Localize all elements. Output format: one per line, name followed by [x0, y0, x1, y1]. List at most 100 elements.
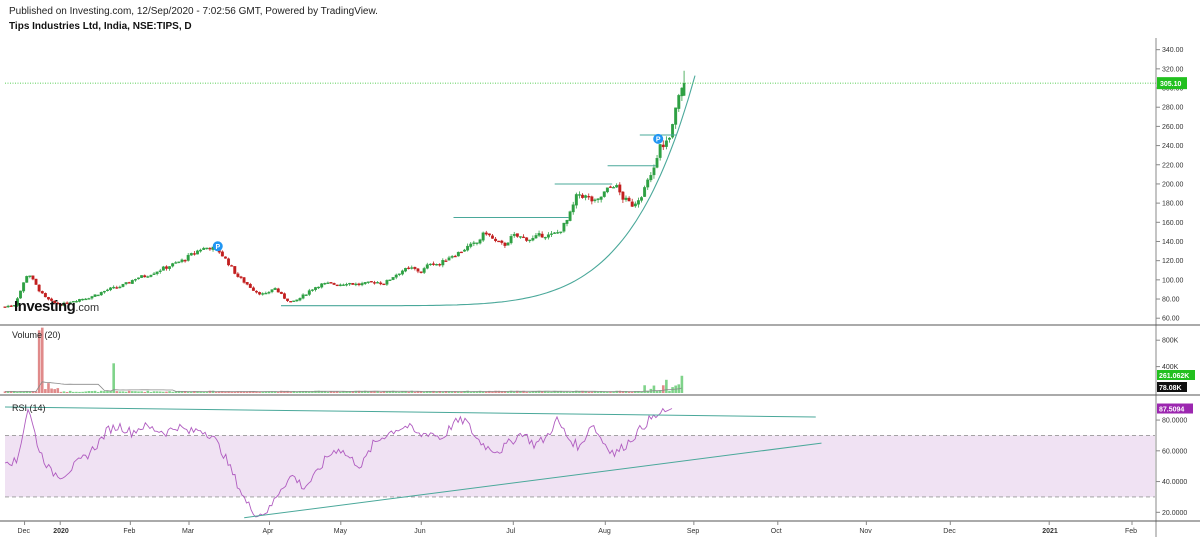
- volume-bar: [205, 391, 209, 393]
- candle-body: [261, 293, 265, 295]
- candle-body: [3, 306, 7, 308]
- candle-body: [447, 257, 451, 261]
- volume-bar: [366, 391, 370, 393]
- price-tick-label: 120.00: [1162, 258, 1184, 265]
- x-axis-label: 2021: [1042, 528, 1058, 535]
- candle-body: [584, 195, 588, 198]
- volume-bar: [190, 391, 193, 393]
- volume-bar: [413, 391, 417, 393]
- candle-body: [397, 273, 401, 275]
- volume-bar: [491, 391, 494, 393]
- volume-bar: [276, 392, 280, 393]
- candle-body: [605, 187, 609, 193]
- candle-body: [649, 175, 653, 181]
- candle-body: [459, 251, 463, 254]
- volume-bar: [90, 391, 94, 393]
- volume-bar: [332, 391, 336, 393]
- volume-bar: [72, 391, 75, 393]
- candle-body: [230, 265, 234, 267]
- candle-body: [664, 140, 668, 147]
- rsi-tick-label: 40.0000: [1162, 479, 1187, 486]
- volume-bar: [512, 391, 516, 393]
- last-price-label: 305.10: [1160, 81, 1182, 88]
- candle-body: [6, 305, 10, 308]
- candle-body: [102, 290, 106, 293]
- volume-bar: [447, 391, 451, 393]
- candle-body: [382, 283, 386, 286]
- candle-body: [255, 290, 258, 293]
- candle-body: [435, 264, 439, 266]
- rsi-value-label: 87.5094: [1159, 407, 1184, 414]
- volume-bar: [388, 391, 392, 393]
- volume-bar: [65, 391, 69, 393]
- candle-body: [515, 233, 519, 237]
- chart-area[interactable]: 340.00320.00300.00280.00260.00240.00220.…: [0, 0, 1200, 539]
- candle-body: [323, 282, 327, 285]
- x-axis-label: Apr: [263, 528, 275, 535]
- volume-bar: [230, 391, 233, 393]
- volume-bar: [441, 391, 445, 393]
- candle-body: [301, 294, 305, 299]
- volume-bar: [385, 391, 389, 393]
- candle-body: [40, 291, 44, 294]
- volume-value-label: 261.062K: [1159, 373, 1189, 380]
- volume-bar: [627, 391, 631, 393]
- x-axis-label: Sep: [687, 528, 700, 535]
- candle-body: [338, 284, 342, 287]
- candle-body: [273, 288, 277, 290]
- volume-bar: [202, 392, 206, 393]
- candle-body: [354, 283, 358, 286]
- candle-body: [363, 282, 367, 284]
- volume-bar: [481, 391, 485, 393]
- volume-bar: [143, 391, 147, 393]
- candle-body: [348, 282, 352, 285]
- investing-logo: Investing.com: [14, 298, 100, 315]
- candle-body: [627, 197, 631, 202]
- candle-body: [618, 184, 622, 193]
- candle-body: [518, 236, 522, 238]
- candle-body: [528, 239, 532, 242]
- volume-bar: [671, 387, 674, 393]
- x-axis-label: Dec: [943, 528, 956, 535]
- volume-bar: [547, 391, 550, 393]
- candle-body: [341, 284, 345, 286]
- volume-bar: [84, 391, 88, 393]
- candle-body: [286, 298, 290, 301]
- candle-body: [463, 249, 466, 252]
- volume-bar: [78, 391, 81, 393]
- volume-bar: [435, 391, 438, 393]
- price-tick-label: 220.00: [1162, 162, 1184, 169]
- volume-bar: [528, 391, 532, 393]
- x-axis-label: Dec: [18, 528, 31, 535]
- candle-body: [643, 187, 647, 197]
- candle-body: [345, 284, 348, 286]
- volume-bar: [568, 392, 572, 393]
- volume-bar: [643, 385, 646, 393]
- candle-body: [43, 293, 47, 298]
- candle-body: [335, 284, 339, 287]
- candle-body: [183, 260, 187, 262]
- volume-bar: [587, 391, 591, 393]
- rsi-tick-label: 20.0000: [1162, 510, 1187, 517]
- x-axis-label: Nov: [859, 528, 872, 535]
- candle-body: [307, 290, 311, 295]
- volume-bar: [655, 390, 659, 393]
- volume-bar: [103, 391, 106, 393]
- candle-body: [155, 271, 159, 275]
- candle-body: [292, 300, 296, 302]
- volume-bar: [214, 391, 218, 393]
- volume-bar: [398, 391, 401, 393]
- candle-body: [146, 276, 150, 278]
- price-tick-label: 140.00: [1162, 239, 1184, 246]
- volume-bar: [339, 391, 342, 393]
- candle-body: [96, 294, 100, 297]
- p-marker-letter: P: [656, 136, 661, 143]
- candle-body: [298, 298, 302, 301]
- candle-body: [540, 233, 544, 238]
- candle-body: [133, 279, 137, 281]
- candle-body: [186, 254, 190, 261]
- candle-body: [205, 247, 209, 250]
- candle-body: [494, 238, 498, 242]
- candle-body: [677, 95, 681, 109]
- volume-bar: [422, 391, 426, 393]
